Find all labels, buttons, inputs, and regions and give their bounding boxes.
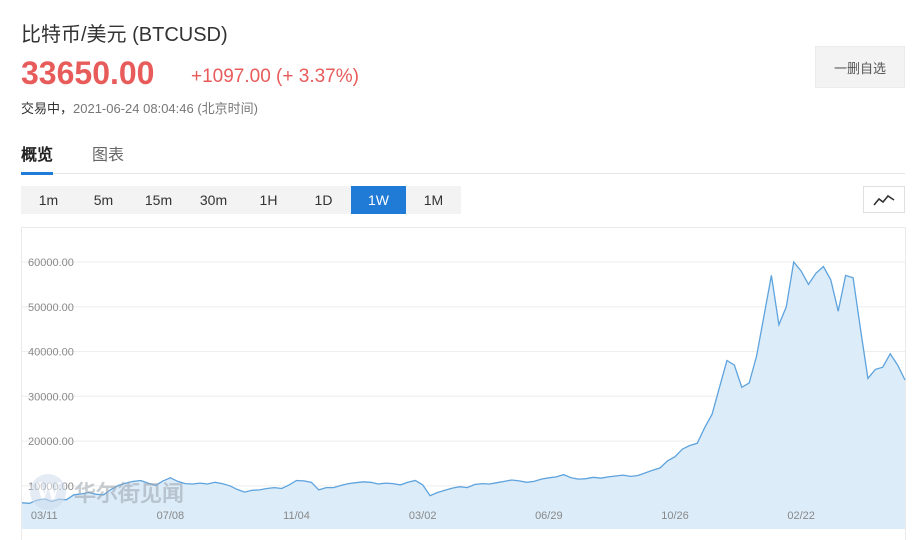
x-tick-label: 03/02 [409,510,437,522]
watermark-logo: W [30,474,66,510]
watermark-text: 华尔街见闻 [74,481,185,507]
y-tick-label: 20000.00 [28,436,74,448]
watermark: W 华尔街见闻 [30,474,184,510]
y-tick-label: 50000.00 [28,302,74,314]
x-tick-label: 06/29 [535,510,563,522]
y-tick-label: 30000.00 [28,391,74,403]
y-tick-label: 60000.00 [28,257,74,269]
y-tick-label: 40000.00 [28,347,74,359]
x-tick-label: 02/22 [787,510,815,522]
x-tick-label: 03/11 [31,510,58,522]
x-tick-label: 07/08 [157,510,185,522]
price-chart: 10000.0020000.0030000.0040000.0050000.00… [21,257,906,529]
x-tick-label: 10/26 [661,510,689,522]
x-tick-label: 11/04 [283,510,310,522]
